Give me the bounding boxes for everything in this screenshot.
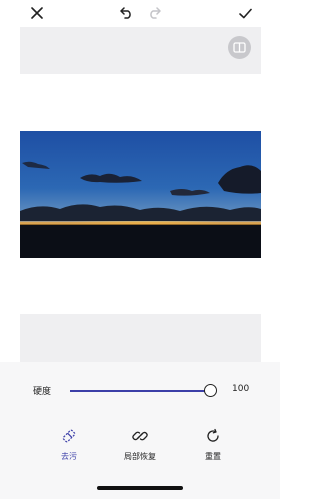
undo-icon bbox=[120, 7, 131, 19]
redo-button[interactable] bbox=[144, 3, 166, 23]
hardness-value: 100 bbox=[232, 384, 250, 394]
close-button[interactable] bbox=[26, 3, 48, 23]
tool-decontaminate-label: 去污 bbox=[61, 452, 77, 461]
tool-reset[interactable]: 重置 bbox=[183, 428, 243, 468]
hardness-slider-fill bbox=[70, 390, 210, 392]
undo-button[interactable] bbox=[115, 3, 137, 23]
hardness-slider-thumb[interactable] bbox=[203, 384, 217, 397]
photo-canvas[interactable] bbox=[20, 27, 261, 362]
sunset-photo bbox=[20, 131, 261, 258]
top-toolbar bbox=[0, 0, 280, 27]
canvas-padding-top bbox=[20, 27, 261, 74]
hardness-slider-track[interactable] bbox=[70, 390, 210, 392]
redo-icon bbox=[150, 7, 161, 19]
hardness-label: 硬度 bbox=[33, 387, 52, 397]
restore-icon bbox=[132, 431, 148, 441]
reset-icon bbox=[207, 428, 219, 442]
hardness-slider-row: 硬度 100 bbox=[0, 362, 280, 418]
tool-local-restore-label: 局部恢复 bbox=[124, 452, 156, 461]
photo-image bbox=[20, 131, 261, 258]
compare-icon bbox=[233, 42, 246, 53]
eraser-icon bbox=[62, 429, 76, 443]
close-icon bbox=[31, 7, 43, 19]
home-indicator bbox=[97, 486, 183, 490]
confirm-button[interactable] bbox=[234, 3, 256, 23]
tool-decontaminate[interactable]: 去污 bbox=[39, 428, 99, 468]
tool-reset-label: 重置 bbox=[205, 452, 221, 461]
compare-button[interactable] bbox=[228, 36, 251, 59]
edit-panel: 硬度 100 去污 局部恢复 重置 bbox=[0, 362, 280, 499]
canvas-padding-bottom bbox=[20, 314, 261, 362]
check-icon bbox=[238, 8, 252, 18]
tool-local-restore[interactable]: 局部恢复 bbox=[110, 428, 170, 468]
